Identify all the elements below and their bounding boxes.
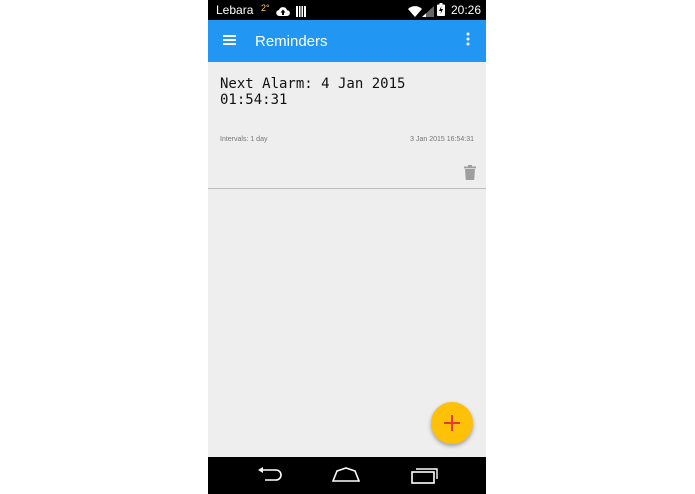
home-icon[interactable] xyxy=(331,467,361,488)
app-toolbar: Reminders xyxy=(208,20,486,62)
hamburger-menu-icon[interactable] xyxy=(222,33,238,47)
trash-icon[interactable] xyxy=(464,165,476,180)
recents-icon[interactable] xyxy=(410,466,438,489)
add-reminder-button[interactable] xyxy=(431,402,473,444)
next-alarm-label: Next Alarm: 4 Jan 2015 01:54:31 xyxy=(220,76,406,108)
temperature-label: 2° xyxy=(261,3,270,13)
back-icon[interactable] xyxy=(256,467,284,488)
created-date-label: 3 Jan 2015 16:54:31 xyxy=(410,136,474,143)
battery-charging-icon xyxy=(437,3,445,21)
toolbar-title: Reminders xyxy=(255,33,328,50)
more-vert-icon[interactable] xyxy=(466,31,470,47)
clock-label: 20:26 xyxy=(450,3,481,17)
plus-icon xyxy=(444,415,460,436)
interval-label: Intervals: 1 day xyxy=(220,136,268,143)
reminder-card[interactable]: Next Alarm: 4 Jan 2015 01:54:31 Interval… xyxy=(208,62,486,189)
status-bar: Lebara 2° 20:26 xyxy=(208,0,486,20)
phone-screen: Lebara 2° 20:26 Reminders Next Alarm: 4 … xyxy=(208,0,486,494)
carrier-label: Lebara xyxy=(216,3,254,17)
system-nav-bar xyxy=(208,457,486,494)
